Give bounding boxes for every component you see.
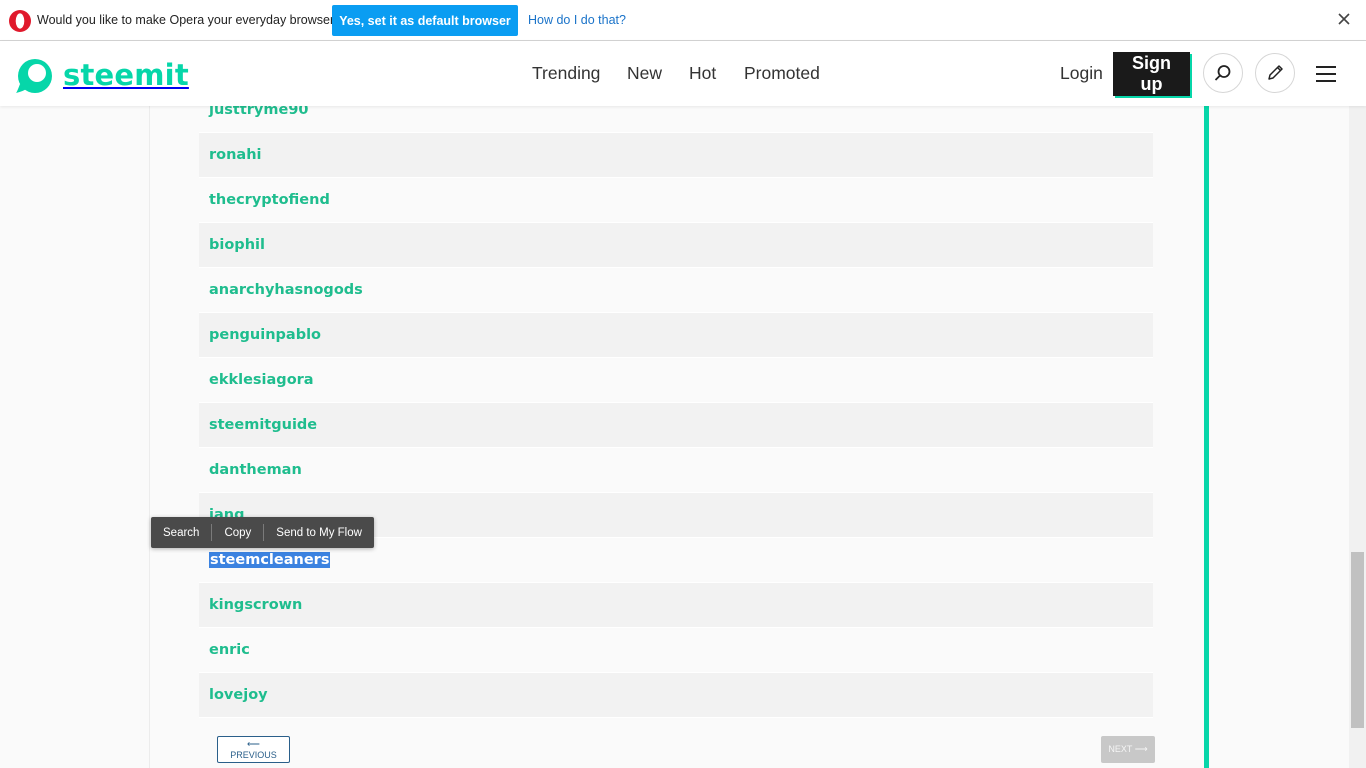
list-item: enric [199, 628, 1153, 673]
popup-search[interactable]: Search [151, 517, 211, 548]
page-scrollbar[interactable] [1349, 106, 1366, 768]
voter-link[interactable]: penguinpablo [209, 327, 321, 343]
accent-bar [1204, 106, 1209, 768]
popup-copy[interactable]: Copy [212, 517, 263, 548]
list-item: dantheman [199, 448, 1153, 493]
voter-link[interactable]: biophil [209, 237, 265, 253]
hamburger-menu-icon[interactable] [1314, 65, 1338, 83]
next-page-button[interactable]: NEXT ⟶ [1101, 736, 1155, 763]
popup-send-to-my-flow[interactable]: Send to My Flow [264, 517, 374, 548]
search-button[interactable] [1203, 53, 1243, 93]
close-icon[interactable] [1336, 11, 1352, 27]
scrollbar-thumb[interactable] [1351, 552, 1364, 728]
opera-default-browser-bar: Would you like to make Opera your everyd… [0, 0, 1366, 41]
nav-new[interactable]: New [627, 63, 662, 84]
how-do-i-do-that-link[interactable]: How do I do that? [528, 13, 626, 27]
list-item: anarchyhasnogods [199, 268, 1153, 313]
voter-link[interactable]: ronahi [209, 147, 262, 163]
sign-up-button[interactable]: Sign up [1113, 52, 1190, 96]
voter-link[interactable]: steemitguide [209, 417, 317, 433]
list-item: kingscrown [199, 583, 1153, 628]
nav-promoted[interactable]: Promoted [744, 63, 820, 84]
list-item: biophil [199, 223, 1153, 268]
submit-story-button[interactable] [1255, 53, 1295, 93]
selection-popup: Search Copy Send to My Flow [151, 517, 374, 548]
nav-trending[interactable]: Trending [532, 63, 600, 84]
pencil-icon [1268, 65, 1283, 80]
login-link[interactable]: Login [1060, 63, 1103, 84]
search-icon [1214, 65, 1231, 81]
voter-link[interactable]: dantheman [209, 462, 302, 478]
opera-logo-icon [9, 10, 31, 32]
voter-link[interactable]: ekklesiagora [209, 372, 314, 388]
list-item: thecryptofiend [199, 178, 1153, 223]
site-header: steemit Trending New Hot Promoted Login … [0, 41, 1366, 106]
voter-link[interactable]: thecryptofiend [209, 192, 330, 208]
selected-voter-link[interactable]: steemcleaners [209, 552, 331, 568]
list-item: ronahi [199, 133, 1153, 178]
voter-link[interactable]: lovejoy [209, 687, 268, 703]
list-item: steemitguide [199, 403, 1153, 448]
voter-link[interactable]: kingscrown [209, 597, 302, 613]
list-item: lovejoy [199, 673, 1153, 718]
voter-link[interactable]: enric [209, 642, 250, 658]
opera-bar-message: Would you like to make Opera your everyd… [37, 13, 342, 27]
list-item: ekklesiagora [199, 358, 1153, 403]
set-default-browser-button[interactable]: Yes, set it as default browser [332, 5, 518, 36]
list-item: penguinpablo [199, 313, 1153, 358]
voter-link[interactable]: anarchyhasnogods [209, 282, 363, 298]
previous-page-button[interactable]: ⟵ PREVIOUS [217, 736, 290, 763]
nav-hot[interactable]: Hot [689, 63, 716, 84]
voter-list: justtryme90 ronahi thecryptofiend biophi… [199, 88, 1153, 718]
